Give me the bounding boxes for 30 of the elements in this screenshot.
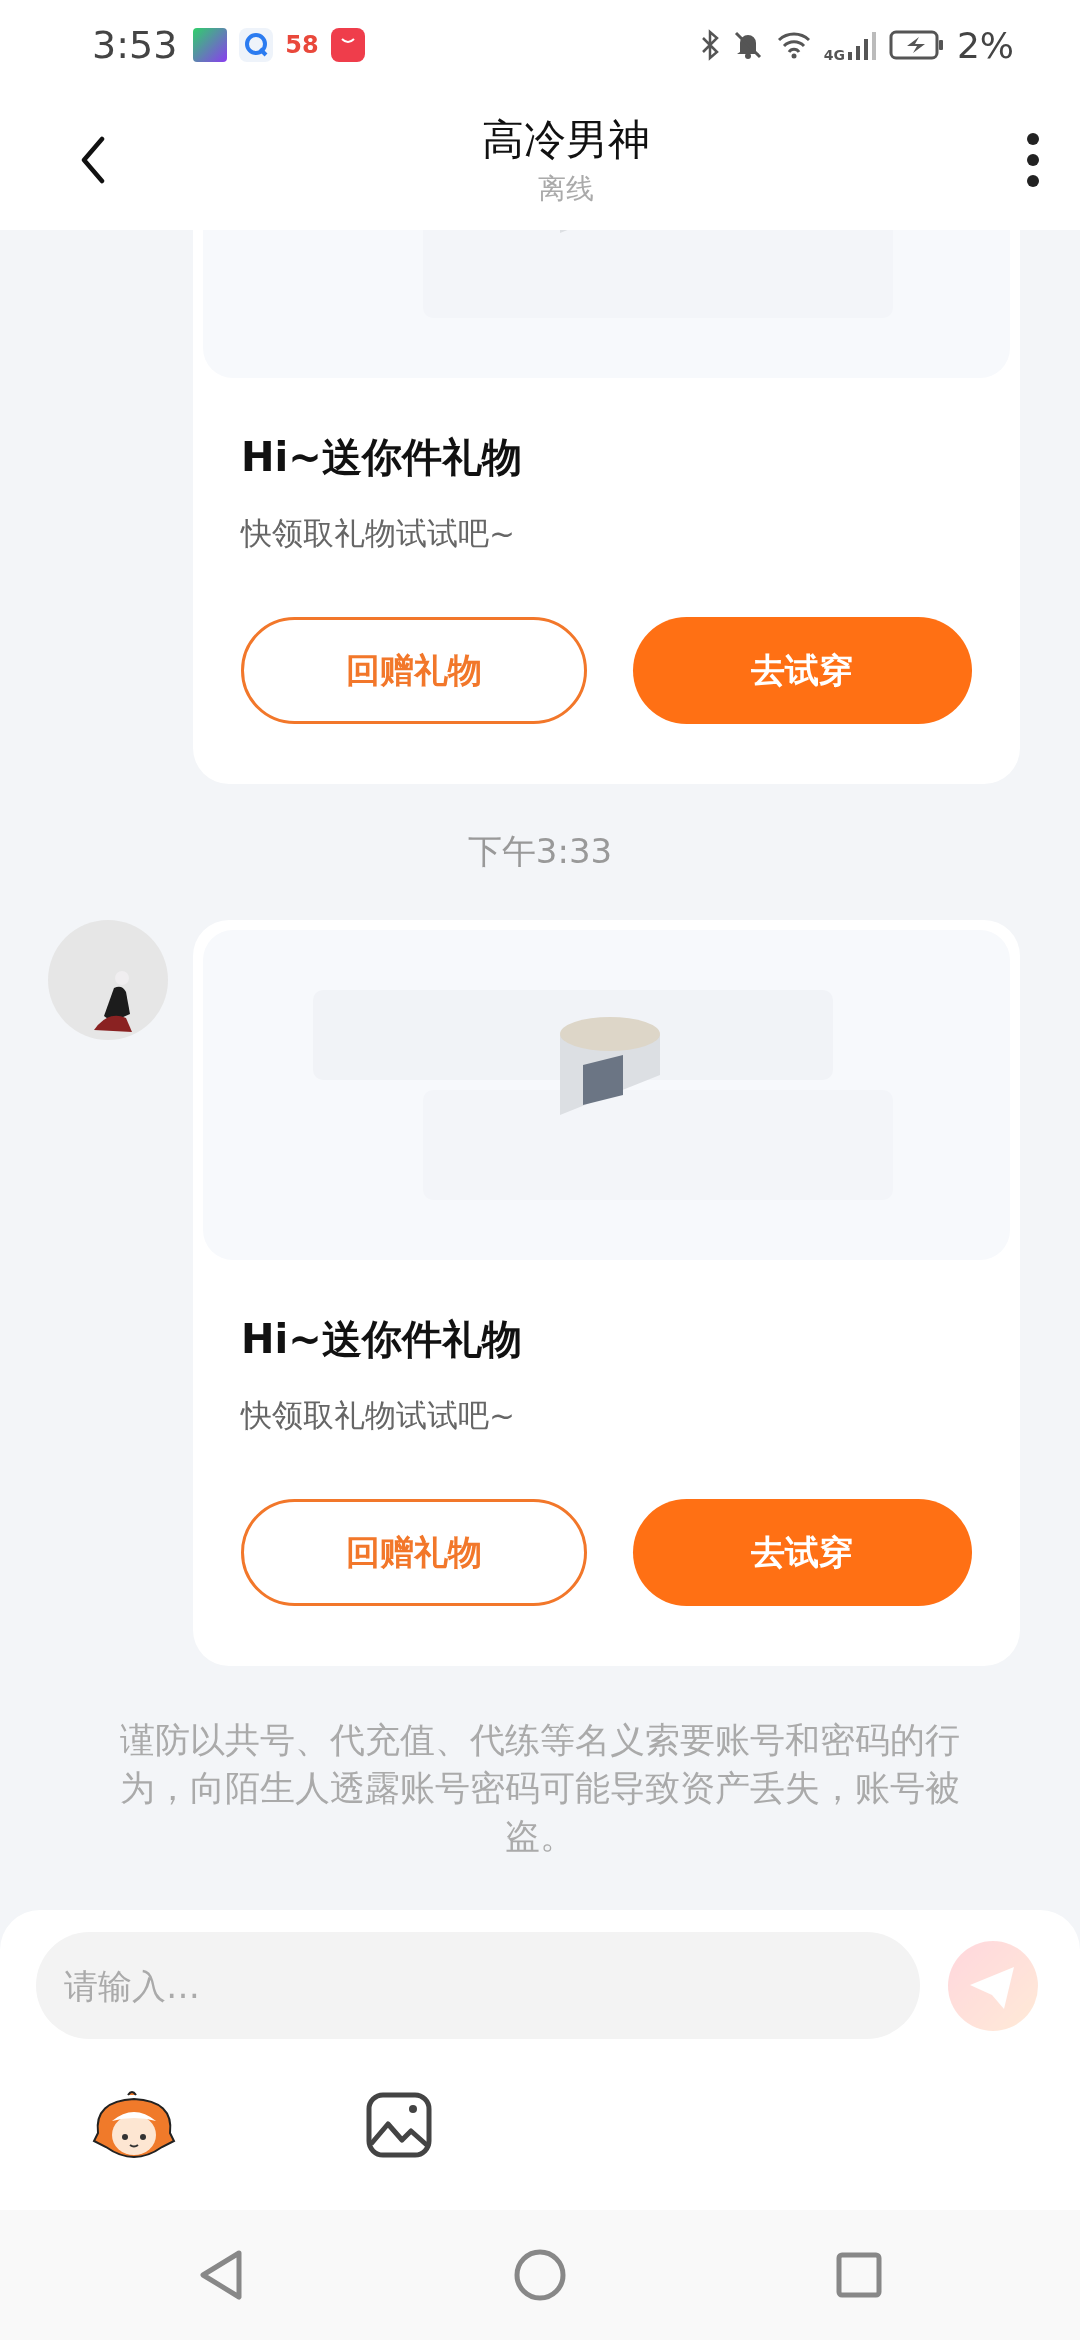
more-icon[interactable]: [1026, 132, 1040, 188]
image-icon[interactable]: [366, 2092, 432, 2158]
battery-icon: [888, 29, 945, 61]
back-icon[interactable]: [80, 136, 106, 184]
signal-icon: [846, 30, 877, 60]
try-on-button[interactable]: 去试穿: [632, 1499, 972, 1606]
gift-message: 快领取礼物试试吧~: [241, 1396, 516, 1435]
wifi-icon: [775, 30, 812, 60]
recents-nav-icon[interactable]: [836, 2252, 882, 2298]
contact-name: 高冷男神: [482, 114, 650, 166]
status-time: 3:53: [92, 23, 178, 67]
browser-icon: [239, 28, 274, 62]
timestamp: 下午3:33: [466, 830, 614, 873]
back-nav-icon[interactable]: [198, 2249, 244, 2301]
battery-level: 2%: [956, 24, 1014, 66]
message-input[interactable]: 请输入…: [36, 1932, 920, 2039]
home-nav-icon[interactable]: [514, 2249, 566, 2301]
app-icon: 58: [285, 31, 319, 59]
try-on-button[interactable]: 去试穿: [632, 617, 972, 724]
gift-title: Hi~送你件礼物: [241, 433, 523, 482]
return-gift-button[interactable]: 回赠礼物: [241, 1499, 587, 1606]
gift-message: 快领取礼物试试吧~: [241, 514, 516, 553]
sticker-icon[interactable]: [92, 2091, 176, 2159]
app-icon: [193, 28, 228, 62]
online-status: 离线: [538, 171, 594, 207]
return-gift-button[interactable]: 回赠礼物: [241, 617, 587, 724]
network-type: 4G: [823, 46, 845, 63]
bluetooth-icon: [699, 29, 720, 61]
safety-notice: 谨防以共号、代充值、代练等名义索要账号和密码的行为，向陌生人透露账号密码可能导致资产丢失，账号被盗。: [119, 1719, 961, 1858]
gift-title: Hi~送你件礼物: [241, 1315, 523, 1364]
